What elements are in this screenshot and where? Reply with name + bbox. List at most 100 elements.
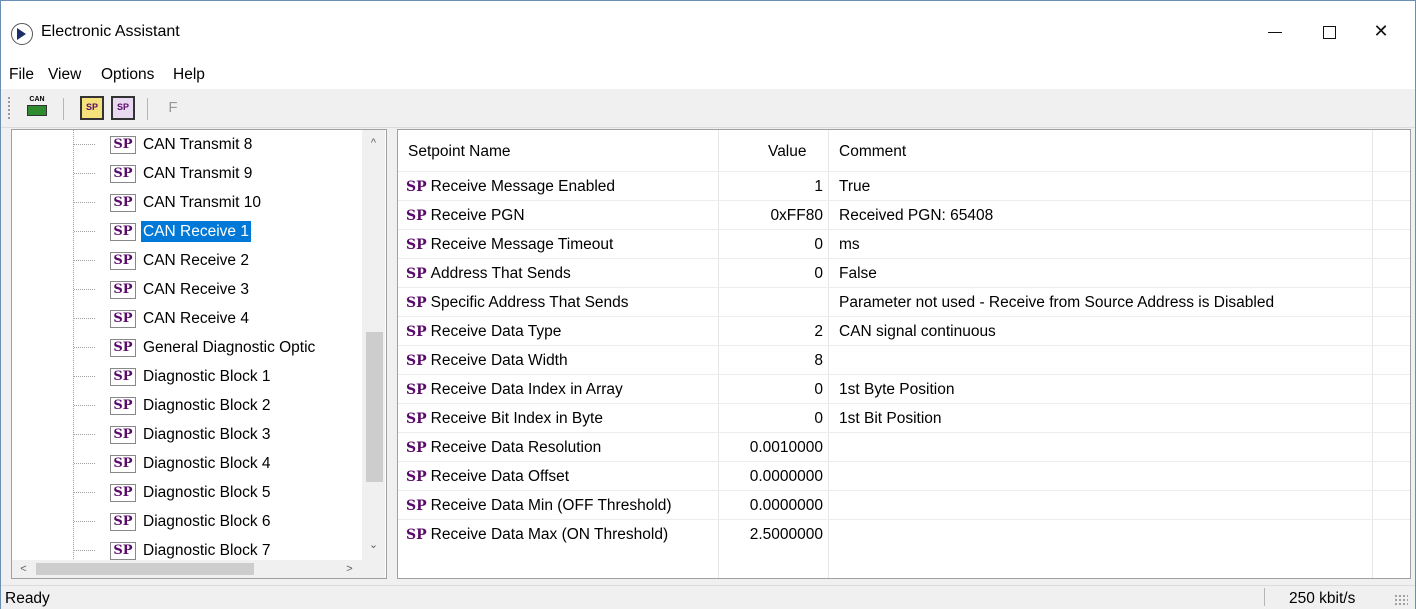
setpoint-icon: SP bbox=[110, 455, 136, 473]
vertical-scroll-thumb[interactable] bbox=[366, 332, 383, 482]
flash-button[interactable]: F bbox=[161, 96, 185, 120]
value-cell[interactable]: 1 bbox=[718, 172, 823, 201]
can-icon: CAN bbox=[29, 96, 45, 103]
table-row[interactable]: SP Receive Data Resolution 0.0010000 bbox=[398, 432, 1410, 461]
menu-view[interactable]: View bbox=[48, 66, 81, 84]
tree-item-label: CAN Receive 1 bbox=[140, 220, 252, 243]
tree-item[interactable]: SP Diagnostic Block 7 bbox=[12, 536, 362, 560]
minimize-icon bbox=[1268, 31, 1282, 33]
setpoint-name-cell: SP Receive Data Max (ON Threshold) bbox=[406, 520, 668, 549]
scroll-right-icon[interactable]: > bbox=[338, 560, 361, 578]
setpoint-name-text: Specific Address That Sends bbox=[430, 294, 629, 311]
tree-item[interactable]: SP Diagnostic Block 5 bbox=[12, 478, 362, 507]
tree-item-label: Diagnostic Block 5 bbox=[143, 484, 271, 501]
tree-item[interactable]: SP CAN Receive 4 bbox=[12, 304, 362, 333]
tree-item[interactable]: SP Diagnostic Block 3 bbox=[12, 420, 362, 449]
setpoint-icon: SP bbox=[110, 368, 136, 386]
column-header-setpoint-name[interactable]: Setpoint Name bbox=[408, 130, 511, 171]
setpoint-name-cell: SP Receive Message Enabled bbox=[406, 172, 615, 201]
menu-options[interactable]: Options bbox=[101, 66, 154, 84]
table-row[interactable]: SP Receive Data Type 2 CAN signal continuou… bbox=[398, 316, 1410, 345]
table-row[interactable]: SP Receive Data Max (ON Threshold) 2.50000… bbox=[398, 519, 1410, 548]
scroll-left-icon[interactable]: < bbox=[12, 560, 35, 578]
setpoint-grid: Setpoint Name Value Comment SP Receive Me… bbox=[397, 129, 1411, 579]
app-window: Electronic Assistant ✕ File View Options… bbox=[0, 0, 1416, 609]
minimize-button[interactable] bbox=[1252, 11, 1298, 51]
setpoint-name-text: Receive Data Width bbox=[430, 352, 568, 369]
column-header-value[interactable]: Value bbox=[768, 130, 807, 171]
value-cell[interactable]: 0.0010000 bbox=[718, 433, 823, 462]
table-row[interactable]: SP Receive Data Offset 0.0000000 bbox=[398, 461, 1410, 490]
tree-item[interactable]: SP General Diagnostic Optic bbox=[12, 333, 362, 362]
tree-item[interactable]: SP CAN Transmit 10 bbox=[12, 188, 362, 217]
tree-item[interactable]: SP CAN Receive 2 bbox=[12, 246, 362, 275]
setpoint-icon: SP bbox=[110, 426, 136, 444]
tree-item[interactable]: SP Diagnostic Block 6 bbox=[12, 507, 362, 536]
window-title: Electronic Assistant bbox=[41, 23, 180, 40]
tree-item[interactable]: SP CAN Transmit 9 bbox=[12, 159, 362, 188]
setpoint-icon: SP bbox=[406, 295, 427, 311]
table-row[interactable]: SP Specific Address That Sends Parameter n… bbox=[398, 287, 1410, 316]
table-row[interactable]: SP Address That Sends 0 False bbox=[398, 258, 1410, 287]
setpoint-name-text: Receive Data Index in Array bbox=[430, 381, 623, 398]
value-cell[interactable]: 0 bbox=[718, 404, 823, 433]
tree-item[interactable]: SP Diagnostic Block 2 bbox=[12, 391, 362, 420]
table-row[interactable]: SP Receive Data Width 8 bbox=[398, 345, 1410, 374]
scroll-down-icon[interactable]: ⌄ bbox=[362, 536, 385, 554]
horizontal-scroll-thumb[interactable] bbox=[36, 563, 254, 575]
tree-item-label: CAN Transmit 9 bbox=[143, 165, 253, 182]
setpoint-name-cell: SP Receive Data Min (OFF Threshold) bbox=[406, 491, 672, 520]
menu-file[interactable]: File bbox=[9, 66, 34, 84]
tree-item[interactable]: SP CAN Transmit 8 bbox=[12, 130, 362, 159]
tree-horizontal-scrollbar[interactable]: < > bbox=[12, 560, 362, 578]
comment-cell: 1st Byte Position bbox=[839, 381, 955, 398]
setpoint-icon: SP bbox=[110, 484, 136, 502]
resize-grip[interactable] bbox=[1394, 594, 1408, 606]
setpoint-tree: SP CAN Transmit 8 SP CAN Transmit 9 SP CAN Tr… bbox=[11, 129, 387, 579]
value-cell[interactable] bbox=[718, 288, 823, 317]
comment-cell: True bbox=[839, 178, 871, 195]
close-button[interactable]: ✕ bbox=[1358, 11, 1404, 51]
setpoint-icon: SP bbox=[110, 310, 136, 328]
value-cell[interactable]: 0 bbox=[718, 259, 823, 288]
value-cell[interactable]: 2 bbox=[718, 317, 823, 346]
maximize-button[interactable] bbox=[1306, 11, 1352, 51]
tree-vertical-scrollbar[interactable]: ^ ⌄ bbox=[362, 130, 385, 560]
tree-item-label: Diagnostic Block 6 bbox=[143, 513, 271, 530]
value-cell[interactable]: 2.5000000 bbox=[718, 520, 823, 549]
value-cell[interactable]: 0xFF80 bbox=[718, 201, 823, 230]
value-cell[interactable]: 0.0000000 bbox=[718, 462, 823, 491]
menu-help[interactable]: Help bbox=[173, 66, 205, 84]
tree-item-label: CAN Receive 3 bbox=[143, 281, 249, 298]
can-connect-button[interactable]: CAN bbox=[25, 96, 49, 120]
table-row[interactable]: SP Receive Data Index in Array 0 1st Byte P… bbox=[398, 374, 1410, 403]
save-setpoint-file-button[interactable]: SP bbox=[111, 96, 135, 120]
scroll-up-icon[interactable]: ^ bbox=[362, 134, 385, 152]
setpoint-icon: SP bbox=[406, 353, 427, 369]
tree-item[interactable]: SP Diagnostic Block 4 bbox=[12, 449, 362, 478]
tree-item[interactable]: SP Diagnostic Block 1 bbox=[12, 362, 362, 391]
table-row[interactable]: SP Receive PGN 0xFF80 Received PGN: 65408 bbox=[398, 200, 1410, 229]
close-icon: ✕ bbox=[1373, 21, 1389, 41]
setpoint-name-text: Receive Data Min (OFF Threshold) bbox=[430, 497, 672, 514]
value-cell[interactable]: 0 bbox=[718, 230, 823, 259]
tree-item-label: Diagnostic Block 3 bbox=[143, 426, 271, 443]
setpoint-icon: SP bbox=[406, 208, 427, 224]
tree-item-label: Diagnostic Block 4 bbox=[143, 455, 271, 472]
column-header-comment[interactable]: Comment bbox=[839, 130, 906, 171]
value-cell[interactable]: 0.0000000 bbox=[718, 491, 823, 520]
tree-item[interactable]: SP CAN Receive 3 bbox=[12, 275, 362, 304]
table-row[interactable]: SP Receive Message Enabled 1 True bbox=[398, 171, 1410, 200]
table-row[interactable]: SP Receive Data Min (OFF Threshold) 0.0000… bbox=[398, 490, 1410, 519]
toolbar-grip[interactable] bbox=[8, 97, 10, 121]
value-cell[interactable]: 8 bbox=[718, 346, 823, 375]
open-setpoint-file-button[interactable]: SP bbox=[80, 96, 104, 120]
toolbar-separator bbox=[63, 98, 64, 120]
tree-item-label: Diagnostic Block 1 bbox=[143, 368, 271, 385]
table-row[interactable]: SP Receive Message Timeout 0 ms bbox=[398, 229, 1410, 258]
value-cell[interactable]: 0 bbox=[718, 375, 823, 404]
tree-items: SP CAN Transmit 8 SP CAN Transmit 9 SP CAN Tr… bbox=[12, 130, 362, 560]
setpoint-icon: SP bbox=[406, 527, 427, 543]
table-row[interactable]: SP Receive Bit Index in Byte 0 1st Bit Posi… bbox=[398, 403, 1410, 432]
tree-item[interactable]: SP CAN Receive 1 bbox=[12, 217, 362, 246]
